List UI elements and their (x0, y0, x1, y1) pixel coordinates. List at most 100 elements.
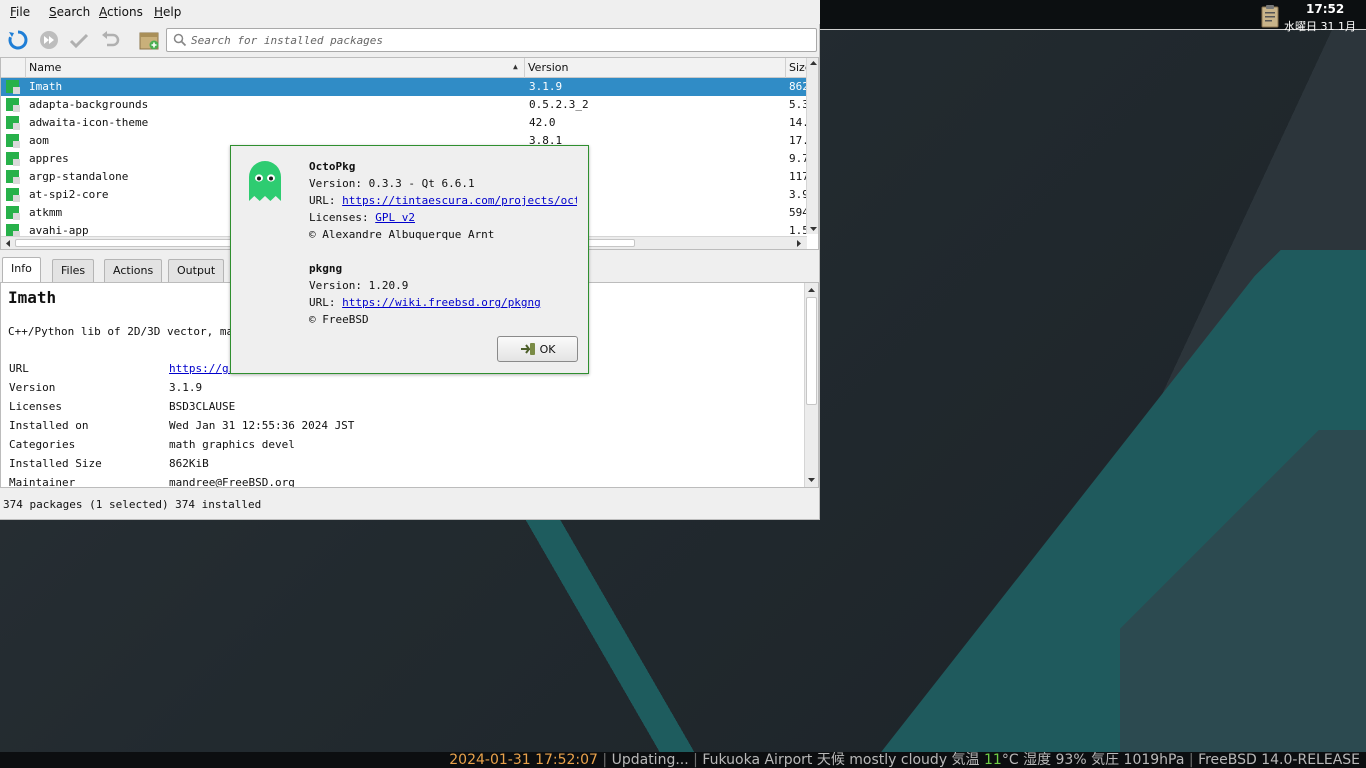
status-os: FreeBSD 14.0-RELEASE (1198, 752, 1360, 768)
table-header: Name ▲ Version Size (1, 58, 807, 78)
column-header-version[interactable]: Version (525, 58, 786, 78)
sync-button[interactable] (6, 28, 30, 52)
status-weather: Fukuoka Airport 天候 mostly cloudy 気温 (702, 752, 985, 768)
info-value: 3.1.9 (169, 381, 203, 394)
about-backend-name: pkgng (309, 262, 343, 275)
column-header-status[interactable] (1, 58, 26, 78)
package-name: Imath (29, 80, 63, 93)
search-input[interactable] (191, 31, 811, 49)
info-row-installed-on: Installed on Wed Jan 31 12:55:36 2024 JS… (9, 419, 799, 438)
about-backend-copyright: © FreeBSD (309, 313, 369, 326)
installed-package-icon (6, 152, 20, 166)
scroll-right-icon[interactable] (794, 239, 804, 248)
clipboard-icon[interactable] (1258, 4, 1282, 28)
menu-actions[interactable]: Actions (99, 5, 143, 19)
about-dialog: OctoPkg Version: 0.3.3 - Qt 6.6.1 URL: h… (230, 145, 589, 374)
installed-package-icon (6, 98, 20, 112)
ok-check-icon (520, 343, 535, 355)
package-version: 42.0 (529, 116, 556, 129)
tab-info[interactable]: Info (2, 257, 41, 282)
installed-package-icon (6, 116, 20, 130)
installed-package-icon (6, 170, 20, 184)
about-url-prefix: URL: (309, 194, 343, 207)
scroll-up-icon[interactable] (809, 58, 818, 68)
package-description: C++/Python lib of 2D/3D vector, matri (8, 325, 254, 338)
package-table-vertical-scrollbar[interactable] (806, 58, 818, 234)
tab-output[interactable]: Output (168, 259, 225, 282)
octopkg-ghost-icon (249, 161, 281, 201)
info-value: Wed Jan 31 12:55:36 2024 JST (169, 419, 355, 432)
about-backend-url-link[interactable]: https://wiki.freebsd.org/pkgng (342, 296, 541, 309)
tab-actions[interactable]: Actions (104, 259, 163, 282)
scroll-down-icon[interactable] (809, 224, 818, 234)
about-backend-version: Version: 1.20.9 (309, 279, 409, 292)
info-row-licenses: Licenses BSD3CLAUSE (9, 400, 799, 419)
package-size: 5.3 (789, 98, 807, 111)
rollback-button[interactable] (98, 28, 122, 52)
clock-time: 17:52 (1306, 2, 1345, 16)
about-url-prefix: URL: (309, 296, 343, 309)
package-name: appres (29, 152, 69, 165)
search-icon (173, 33, 187, 47)
package-size: 862 (789, 80, 807, 93)
clock-date: 水曜日 31 1月 (1284, 20, 1356, 33)
package-size: 14. (789, 116, 807, 129)
menu-help-label: elp (163, 5, 182, 19)
ok-button-label: OK (539, 342, 556, 356)
info-value: math graphics devel (169, 438, 295, 451)
scrollbar-thumb[interactable] (806, 297, 817, 405)
info-label: URL (9, 362, 29, 375)
info-label: Installed on (9, 419, 89, 432)
sort-ascending-icon: ▲ (513, 62, 518, 71)
package-add-icon (139, 32, 159, 50)
fast-forward-icon (40, 31, 58, 49)
menu-help[interactable]: Help (154, 5, 181, 19)
menu-file[interactable]: File (10, 5, 30, 19)
status-temperature: 11 (984, 752, 1002, 768)
status-datetime: 2024-01-31 17:52:07 (449, 752, 598, 768)
column-header-size[interactable]: Size (786, 58, 807, 78)
checkmark-icon (69, 33, 89, 49)
package-size: 117 (789, 170, 807, 183)
tab-files[interactable]: Files (52, 259, 95, 282)
package-version: 0.5.2.3_2 (529, 98, 589, 111)
installed-package-icon (6, 134, 20, 148)
install-local-package-button[interactable] (137, 28, 161, 52)
about-app-license-line: Licenses: GPL v2 (309, 211, 415, 224)
scroll-left-icon[interactable] (3, 239, 13, 248)
package-size: 9.7 (789, 152, 807, 165)
scroll-down-icon[interactable] (807, 475, 816, 485)
about-app-url-link[interactable]: https://tintaescura.com/projects/octopkg (342, 194, 577, 207)
info-label: Categories (9, 438, 76, 451)
menu-search[interactable]: Search (49, 5, 90, 19)
status-separator: | (1184, 752, 1199, 768)
info-label: Installed Size (9, 457, 102, 470)
info-value: mandree@FreeBSD.org (169, 476, 295, 488)
about-app-url-line: URL: https://tintaescura.com/projects/oc… (309, 194, 577, 207)
about-app-copyright: © Alexandre Albuquerque Arnt (309, 228, 495, 241)
menu-search-label: earch (56, 5, 91, 19)
package-size: 3.9 (789, 188, 807, 201)
scroll-up-icon[interactable] (807, 285, 816, 295)
table-row[interactable]: adwaita-icon-theme 42.0 14. (1, 114, 807, 132)
status-separator: | (688, 752, 703, 768)
column-header-name[interactable]: Name (26, 58, 525, 78)
table-row[interactable]: adapta-backgrounds 0.5.2.3_2 5.3 (1, 96, 807, 114)
status-updating: Updating... (611, 752, 689, 768)
package-name: aom (29, 134, 49, 147)
info-value: 862KiB (169, 457, 209, 470)
info-row-version: Version 3.1.9 (9, 381, 799, 400)
about-backend-url-line: URL: https://wiki.freebsd.org/pkgng (309, 296, 541, 309)
wallpaper-shape (1120, 430, 1366, 752)
package-url-link[interactable]: https://gi (169, 362, 235, 375)
system-upgrade-button[interactable] (37, 28, 61, 52)
about-license-link[interactable]: GPL v2 (375, 211, 415, 224)
ok-button[interactable]: OK (497, 336, 578, 362)
commit-button[interactable] (67, 28, 91, 52)
info-panel-vertical-scrollbar[interactable] (804, 283, 818, 487)
table-row[interactable]: Imath 3.1.9 862 (1, 78, 807, 96)
undo-icon (102, 31, 120, 47)
menu-actions-label: ctions (107, 5, 143, 19)
status-separator: | (597, 752, 612, 768)
package-size: 17. (789, 134, 807, 147)
